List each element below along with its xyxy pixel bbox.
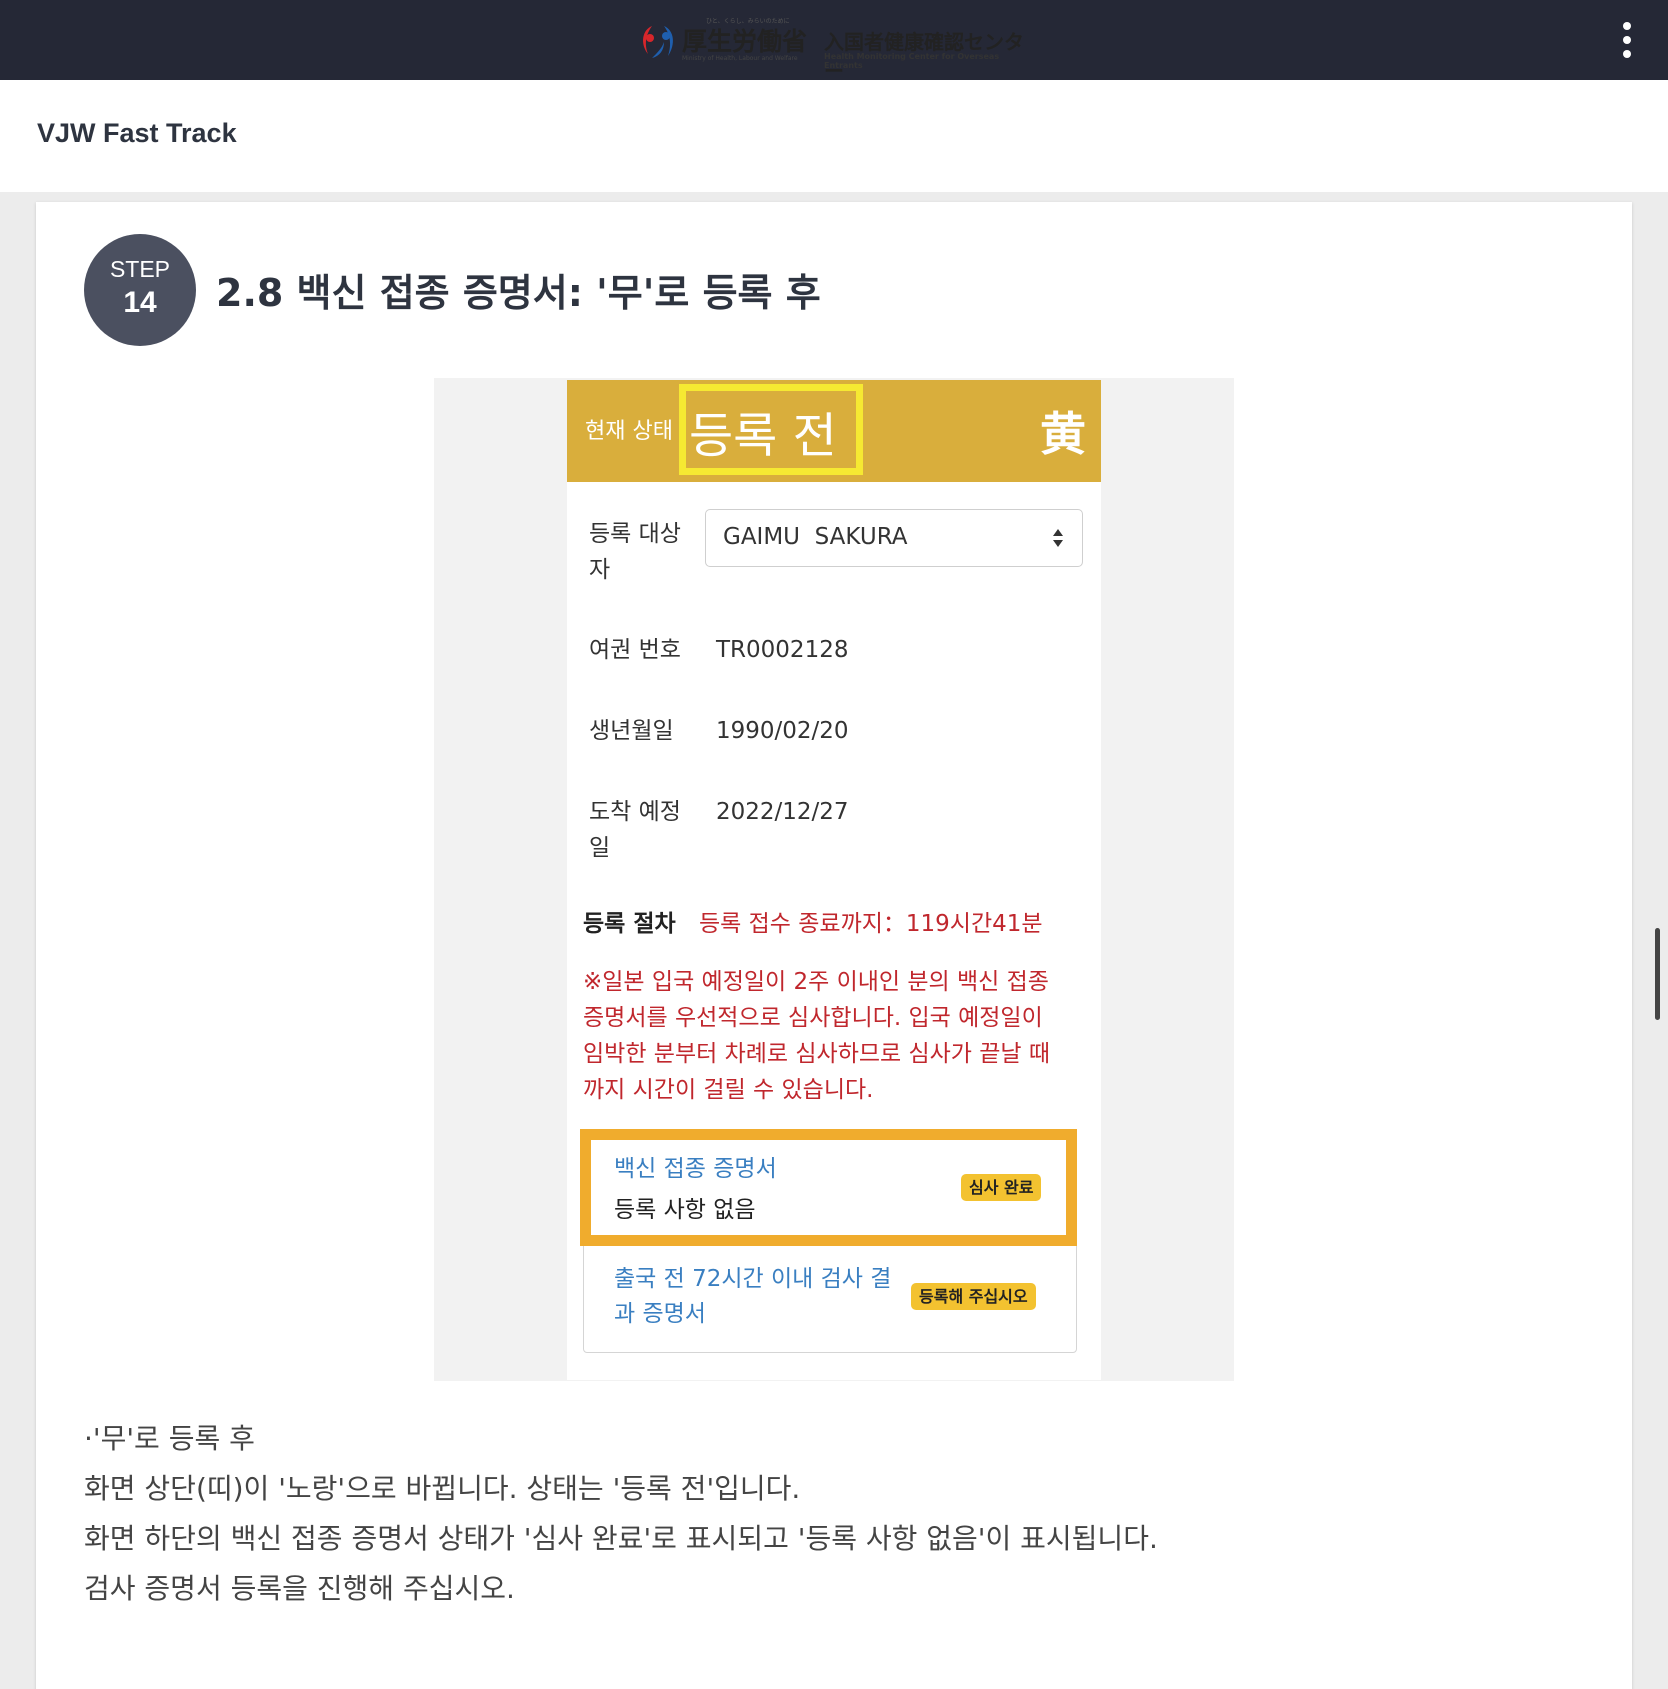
notice-line: 임박한 분부터 차례로 심사하므로 심사가 끝날 때 [583, 1041, 1051, 1067]
status-color-kanji: 黄 [1040, 407, 1086, 461]
description-line: ·'무'로 등록 후 [84, 1422, 255, 1455]
registrant-label: 등록 대상자 [589, 521, 681, 583]
kebab-menu-icon[interactable] [1618, 18, 1636, 62]
status-value: 등록 전 [689, 408, 837, 464]
birthdate-label: 생년월일 [589, 718, 674, 744]
step-title: 2.8 백신 접종 증명서: '무'로 등록 후 [216, 271, 821, 315]
step-label: STEP [109, 256, 171, 282]
page-scrollbar[interactable] [1655, 928, 1660, 1020]
procedure-label: 등록 절차 [583, 911, 676, 937]
registrant-select-value: GAIMU SAKURA [723, 524, 908, 550]
description-line: 화면 하단의 백신 접종 증명서 상태가 '심사 완료'로 표시되고 '등록 사… [84, 1522, 1158, 1555]
arrival-label: 도착 예정일 [589, 799, 681, 861]
passport-value: TR0002128 [716, 637, 849, 663]
notice-line: 증명서를 우선적으로 심사합니다. 입국 예정일이 [583, 1005, 1043, 1031]
vaccine-item-highlight-box [580, 1129, 1077, 1246]
procedure-deadline: 등록 접수 종료까지：119시간41분 [699, 911, 1043, 937]
notice-line: 까지 시간이 걸릴 수 있습니다. [583, 1077, 874, 1103]
birthdate-value: 1990/02/20 [716, 718, 849, 744]
registrant-select[interactable]: GAIMU SAKURA [705, 509, 1083, 567]
app-title-bar: VJW Fast Track [0, 80, 1668, 192]
app-title: VJW Fast Track [37, 118, 237, 148]
ministry-name: 厚生労働省 [682, 27, 808, 56]
description-line: 검사 증명서 등록을 진행해 주십시오. [84, 1572, 515, 1605]
mhlw-emblem-icon [643, 26, 673, 58]
top-header-bar: ひと、くらし、みらいのために 厚生労働省 Ministry of Health,… [0, 0, 1668, 83]
step-description: ·'무'로 등록 후 화면 상단(띠)이 '노랑'으로 바뀝니다. 상태는 '등… [84, 1414, 1158, 1614]
ministry-english-name: Ministry of Health, Labour and Welfare [682, 55, 798, 62]
test-certificate-link-line[interactable]: 과 증명서 [614, 1297, 706, 1332]
status-caption: 현재 상태 [585, 419, 673, 444]
priority-notice: ※일본 입국 예정일이 2주 이내인 분의 백신 접종 증명서를 우선적으로 심… [583, 964, 1073, 1108]
arrival-value: 2022/12/27 [716, 799, 849, 825]
center-english-name: Health Monitoring Center for Overseas En… [824, 52, 1000, 70]
step-number: 14 [123, 286, 157, 319]
notice-line: ※일본 입국 예정일이 2주 이내인 분의 백신 접종 [583, 969, 1049, 995]
passport-label: 여권 번호 [589, 637, 681, 663]
select-arrows-icon [1053, 529, 1063, 547]
step-badge: STEP 14 [84, 234, 196, 346]
mhlw-logo[interactable]: ひと、くらし、みらいのために 厚生労働省 Ministry of Health,… [638, 16, 1030, 83]
description-line: 화면 상단(띠)이 '노랑'으로 바뀝니다. 상태는 '등록 전'입니다. [84, 1472, 801, 1505]
please-register-badge: 등록해 주십시오 [911, 1283, 1036, 1310]
test-certificate-link-line[interactable]: 출국 전 72시간 이내 검사 결 [614, 1262, 891, 1297]
